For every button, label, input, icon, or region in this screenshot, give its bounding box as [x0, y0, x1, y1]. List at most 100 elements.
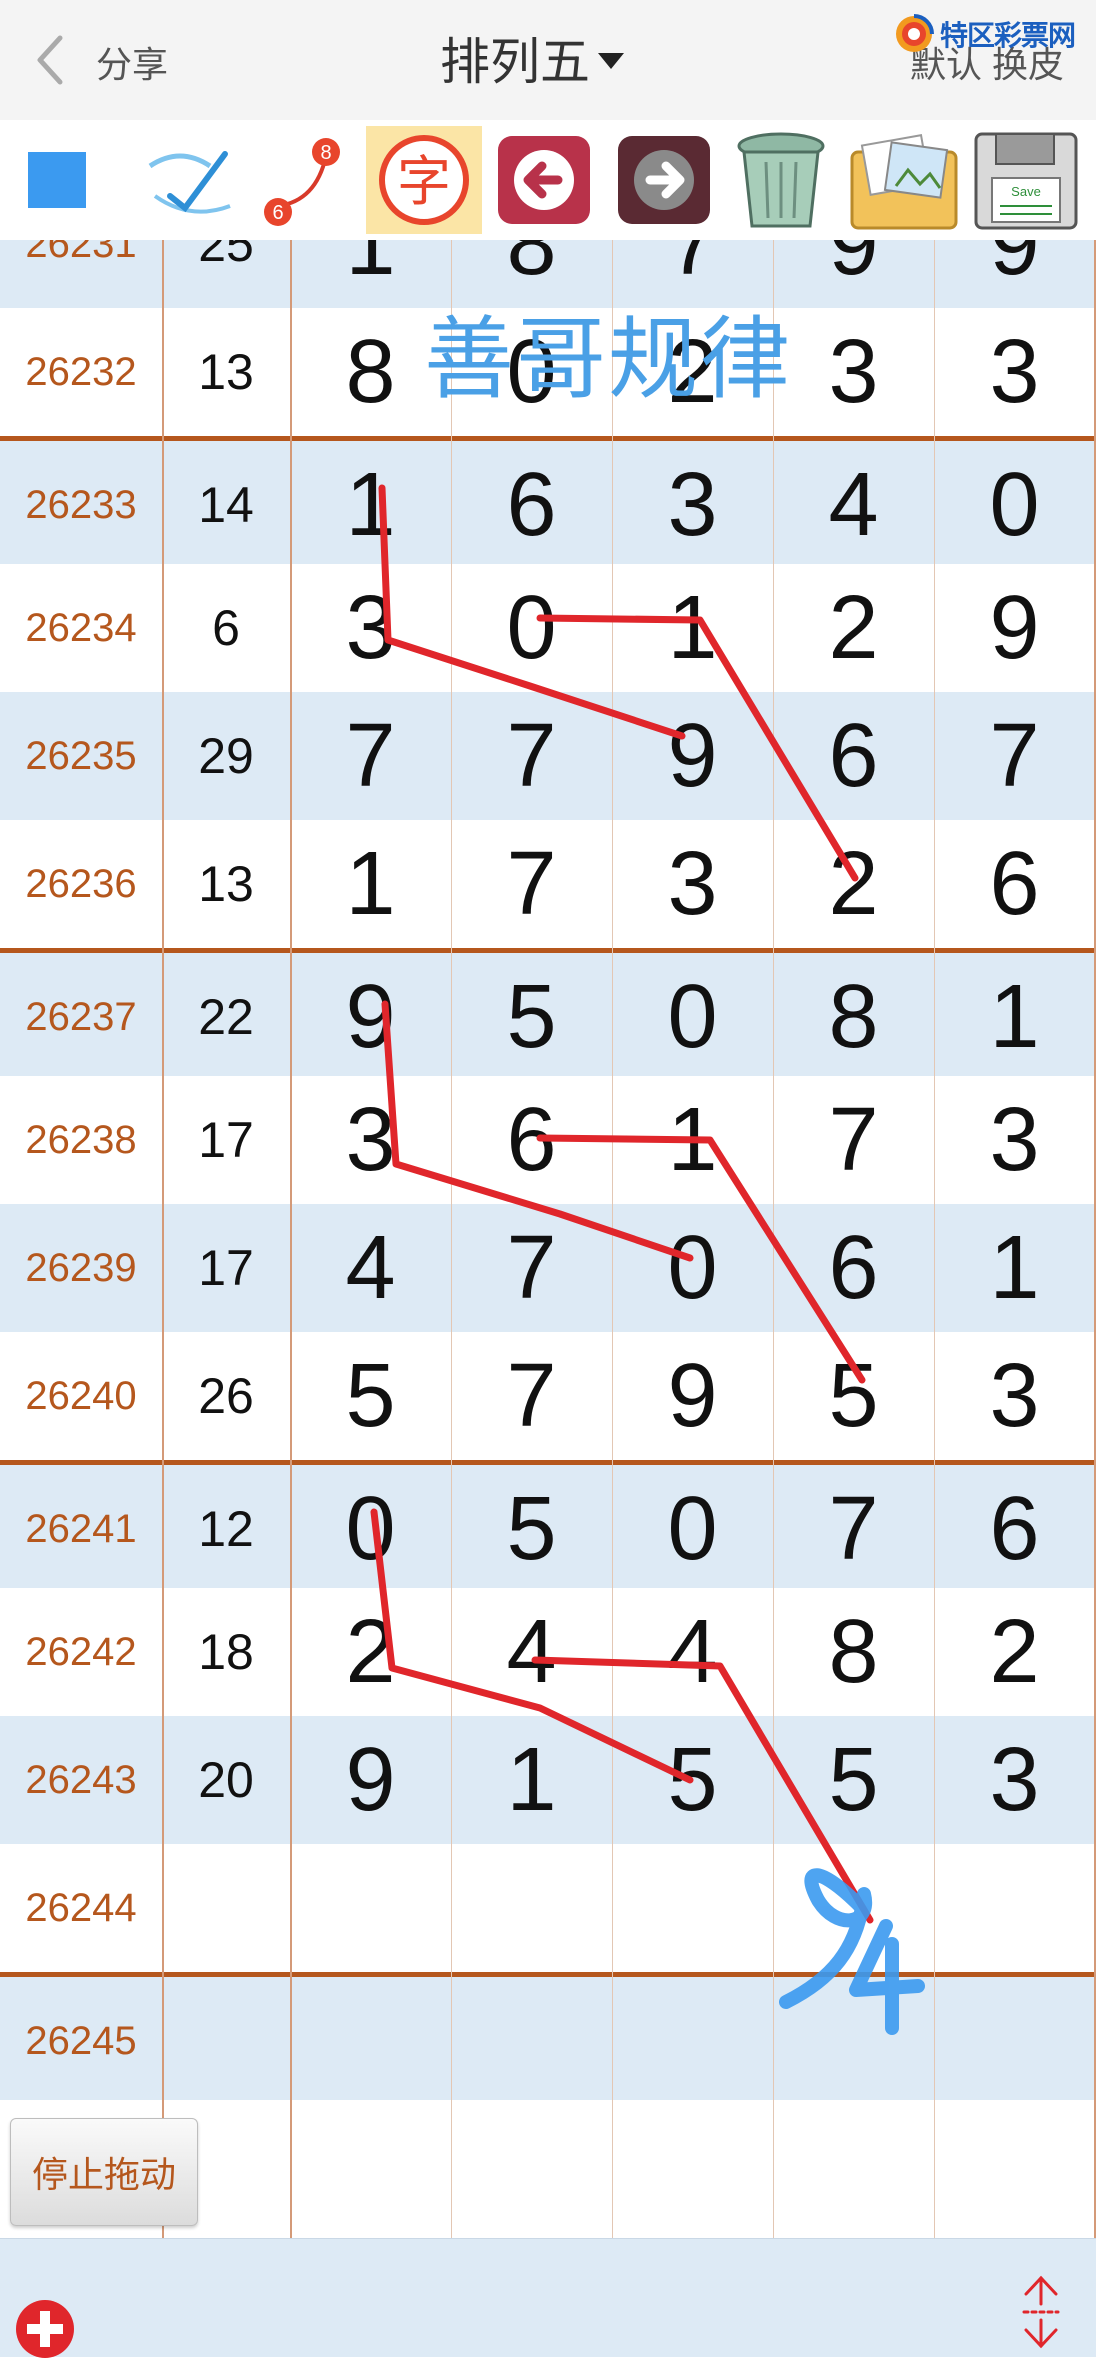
digit-cell[interactable]: 7	[773, 1076, 934, 1204]
digit-cell[interactable]: 3	[290, 1076, 451, 1204]
digit-cell[interactable]: 3	[934, 1332, 1095, 1460]
share-button[interactable]: 分享	[96, 36, 168, 88]
digit-cell[interactable]: 7	[290, 692, 451, 820]
digit-cell[interactable]: 1	[934, 1204, 1095, 1332]
issue-number: 26244	[25, 1885, 137, 1930]
digit-cell[interactable]: 1	[451, 1716, 612, 1844]
digit-cell[interactable]: 1	[612, 1076, 773, 1204]
draw-history-grid[interactable]: 26245 26244 26243 20 9 1 5 5 3 26242 18 2 4 4 8 2 26241 1…	[0, 240, 1096, 2238]
digit-cell[interactable]: 2	[773, 564, 934, 692]
digit-cell[interactable]: 2	[773, 820, 934, 948]
digit-cell[interactable]: 5	[612, 1716, 773, 1844]
digit-cell[interactable]: 7	[451, 820, 612, 948]
digit-cell[interactable]: 0	[451, 564, 612, 692]
sum-value: 17	[198, 1112, 254, 1168]
save-icon-label: Save	[1011, 184, 1041, 199]
digit-cell[interactable]	[612, 1977, 773, 2105]
digit-cell[interactable]: 4	[290, 1204, 451, 1332]
digit-cell[interactable]: 1	[934, 953, 1095, 1081]
game-selector[interactable]: 排列五	[440, 26, 624, 90]
pen-icon[interactable]	[140, 126, 240, 234]
issue-number: 26233	[25, 482, 137, 527]
digit-cell[interactable]: 5	[773, 1716, 934, 1844]
digit-cell[interactable]: 3	[612, 820, 773, 948]
digit-cell[interactable]: 3	[290, 564, 451, 692]
digit-cell[interactable]: 4	[451, 1588, 612, 1716]
digit-cell[interactable]	[773, 1977, 934, 2105]
digit-cell[interactable]: 6	[451, 441, 612, 569]
digit-cell[interactable]: 5	[290, 1332, 451, 1460]
digit-cell[interactable]: 0	[612, 953, 773, 1081]
text-icon-label: 字	[397, 150, 451, 213]
digit-cell[interactable]: 3	[773, 308, 934, 436]
digit-cell[interactable]	[451, 2100, 612, 2228]
digit-cell[interactable]: 7	[773, 1465, 934, 1593]
digit-cell[interactable]: 5	[773, 1332, 934, 1460]
digit-cell[interactable]: 9	[773, 240, 934, 308]
digit-cell[interactable]: 6	[451, 1076, 612, 1204]
digit-cell[interactable]: 9	[934, 564, 1095, 692]
stop-drag-button[interactable]: 停止拖动	[10, 2118, 198, 2226]
site-logo: 特区彩票网	[892, 12, 1096, 56]
text-icon[interactable]: 字	[366, 126, 482, 234]
digit-cell[interactable]: 7	[451, 1332, 612, 1460]
digit-cell[interactable]: 7	[451, 1204, 612, 1332]
digit-cell[interactable]	[612, 1844, 773, 1972]
digit-cell[interactable]: 0	[612, 1465, 773, 1593]
digit-cell[interactable]: 0	[290, 1465, 451, 1593]
digit-cell[interactable]	[290, 1977, 451, 2105]
digit-cell[interactable]: 5	[451, 953, 612, 1081]
digit-cell[interactable]: 2	[934, 1588, 1095, 1716]
digit-cell[interactable]: 9	[934, 240, 1095, 308]
color-swatch-icon[interactable]	[26, 150, 88, 210]
digit-cell[interactable]: 3	[612, 441, 773, 569]
issue-number: 26232	[25, 349, 137, 394]
redo-icon[interactable]	[612, 126, 716, 234]
digit-cell[interactable]	[290, 2100, 451, 2228]
digit-cell[interactable]: 9	[290, 1716, 451, 1844]
trash-icon[interactable]	[726, 126, 836, 234]
save-icon[interactable]: Save	[970, 126, 1082, 234]
digit-cell[interactable]: 1	[290, 820, 451, 948]
back-icon[interactable]	[30, 32, 70, 88]
digit-cell[interactable]: 6	[934, 820, 1095, 948]
digit-cell[interactable]: 5	[451, 1465, 612, 1593]
digit-cell[interactable]: 8	[773, 1588, 934, 1716]
digit-cell[interactable]: 2	[290, 1588, 451, 1716]
digit-cell[interactable]: 1	[290, 441, 451, 569]
digit-cell[interactable]: 7	[934, 692, 1095, 820]
issue-number: 26235	[25, 733, 137, 778]
digit-cell[interactable]: 3	[934, 1076, 1095, 1204]
digit-cell[interactable]: 9	[612, 1332, 773, 1460]
digit-cell[interactable]: 9	[290, 953, 451, 1081]
digit-cell[interactable]: 7	[451, 692, 612, 820]
digit-cell[interactable]: 9	[612, 692, 773, 820]
digit-cell[interactable]	[773, 1844, 934, 1972]
digit-cell[interactable]: 8	[773, 953, 934, 1081]
picture-icon[interactable]	[846, 126, 962, 234]
digit-cell[interactable]	[773, 2100, 934, 2228]
resize-icon[interactable]	[1016, 2274, 1066, 2350]
line-count-icon[interactable]: 6 8	[256, 126, 356, 234]
digit-cell[interactable]	[934, 1977, 1095, 2105]
add-icon[interactable]	[14, 2298, 76, 2360]
sum-value: 14	[198, 477, 254, 533]
digit-cell[interactable]: 3	[934, 1716, 1095, 1844]
digit-cell[interactable]: 1	[612, 564, 773, 692]
digit-cell[interactable]: 4	[773, 441, 934, 569]
digit-cell[interactable]: 6	[934, 1465, 1095, 1593]
digit-cell[interactable]: 6	[773, 692, 934, 820]
digit-cell[interactable]	[451, 1977, 612, 2105]
digit-cell[interactable]	[934, 2100, 1095, 2228]
digit-cell[interactable]: 0	[612, 1204, 773, 1332]
digit-cell[interactable]: 0	[934, 441, 1095, 569]
undo-icon[interactable]	[492, 126, 596, 234]
digit-cell[interactable]	[934, 1844, 1095, 1972]
digit-cell[interactable]	[612, 2100, 773, 2228]
digit-cell[interactable]: 4	[612, 1588, 773, 1716]
digit-cell[interactable]	[290, 1844, 451, 1972]
sum-value: 29	[198, 728, 254, 784]
digit-cell[interactable]	[451, 1844, 612, 1972]
digit-cell[interactable]: 6	[773, 1204, 934, 1332]
digit-cell[interactable]: 3	[934, 308, 1095, 436]
